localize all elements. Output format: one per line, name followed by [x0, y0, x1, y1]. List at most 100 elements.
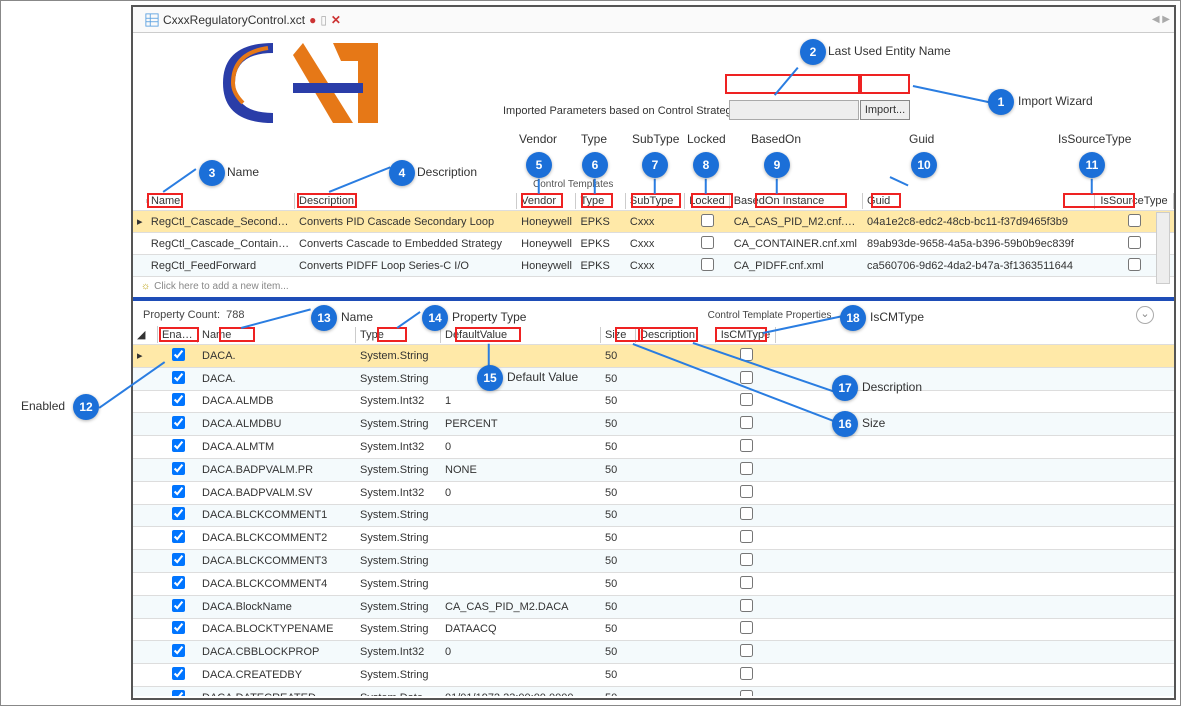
table-row[interactable]: DACA.ALMDBUSystem.StringPERCENT50 [133, 413, 1174, 436]
table-row[interactable]: DACA.BLOCKTYPENAMESystem.StringDATAACQ50 [133, 619, 1174, 642]
col-size[interactable]: Size [601, 327, 636, 343]
callout-12: 12 [73, 394, 99, 420]
cell-prop-name: DACA.BLCKCOMMENT4 [198, 576, 356, 592]
enabled-checkbox[interactable] [172, 621, 185, 634]
cell-prop-name: DACA.ALMDB [198, 393, 356, 409]
cm-checkbox[interactable] [740, 371, 753, 384]
row-selector-col[interactable]: ◢ [133, 326, 158, 343]
table-row[interactable]: RegCtl_Cascade_Container_CMConverts Casc… [133, 233, 1174, 255]
issrc-checkbox[interactable] [1128, 214, 1141, 227]
enabled-checkbox[interactable] [172, 348, 185, 361]
enabled-checkbox[interactable] [172, 416, 185, 429]
cm-checkbox[interactable] [740, 576, 753, 589]
col-description[interactable]: Description [295, 193, 517, 209]
callout-8: 8 [693, 152, 719, 178]
cell-prop-desc [636, 582, 716, 586]
enabled-checkbox[interactable] [172, 462, 185, 475]
callout-3-label: Name [227, 165, 259, 179]
enabled-checkbox[interactable] [172, 576, 185, 589]
cm-checkbox[interactable] [740, 644, 753, 657]
enabled-checkbox[interactable] [172, 393, 185, 406]
cell-prop-name: DACA.CBBLOCKPROP [198, 644, 356, 660]
cm-checkbox[interactable] [740, 553, 753, 566]
locked-checkbox[interactable] [701, 214, 714, 227]
expand-button[interactable]: ⌄ [1136, 306, 1154, 324]
enabled-checkbox[interactable] [172, 371, 185, 384]
table-row[interactable]: DACA.BADPVALM.PRSystem.StringNONE50 [133, 459, 1174, 482]
cell-desc: Converts PID Cascade Secondary Loop [295, 214, 517, 230]
table-row[interactable]: ▸RegCtl_Cascade_SecondaryConverts PID Ca… [133, 211, 1174, 233]
col-prop-name[interactable]: Name [198, 327, 356, 343]
table-row[interactable]: DACA.ALMDBSystem.Int32150 [133, 391, 1174, 414]
table-row[interactable]: DACA.System.String50 [133, 368, 1174, 391]
table-row[interactable]: DACA.CREATEDBYSystem.String50 [133, 664, 1174, 687]
table-row[interactable]: DACA.BADPVALM.SVSystem.Int32050 [133, 482, 1174, 505]
table-row[interactable]: ▸DACA.System.String50 [133, 345, 1174, 368]
table-row[interactable]: DACA.ALMTMSystem.Int32050 [133, 436, 1174, 459]
issrc-checkbox[interactable] [1128, 236, 1141, 249]
cell-prop-type: System.String [356, 553, 441, 569]
col-basedon[interactable]: BasedOn Instance [730, 193, 863, 209]
tab-file[interactable]: CxxxRegulatoryControl.xct ● ▯ ✕ [137, 9, 349, 31]
col-name[interactable]: Name [147, 193, 295, 209]
cm-checkbox[interactable] [740, 690, 753, 696]
props-section-title: Control Template Properties [708, 310, 832, 321]
table-row[interactable]: DACA.BLCKCOMMENT3System.String50 [133, 550, 1174, 573]
table-row[interactable]: DACA.BlockNameSystem.StringCA_CAS_PID_M2… [133, 596, 1174, 619]
issrc-checkbox[interactable] [1128, 258, 1141, 271]
entity-name-field[interactable] [729, 100, 859, 120]
table-row[interactable]: DACA.BLCKCOMMENT2System.String50 [133, 527, 1174, 550]
locked-checkbox[interactable] [701, 258, 714, 271]
table-row[interactable]: DACA.DATECREATEDSystem.DateTime01/01/197… [133, 687, 1174, 696]
tab-pin-icon[interactable]: ● [309, 13, 316, 27]
enabled-checkbox[interactable] [172, 644, 185, 657]
import-button[interactable]: Import... [860, 100, 910, 120]
col-type[interactable]: Type [576, 193, 625, 209]
cm-checkbox[interactable] [740, 439, 753, 452]
cell-default: NONE [441, 462, 601, 478]
enabled-checkbox[interactable] [172, 439, 185, 452]
enabled-checkbox[interactable] [172, 553, 185, 566]
table-row[interactable]: DACA.BLCKCOMMENT1System.String50 [133, 505, 1174, 528]
enabled-checkbox[interactable] [172, 667, 185, 680]
enabled-checkbox[interactable] [172, 530, 185, 543]
enabled-checkbox[interactable] [172, 690, 185, 696]
cm-checkbox[interactable] [740, 621, 753, 634]
callout-6: 6 [582, 152, 608, 178]
col-prop-desc[interactable]: Description [636, 327, 716, 343]
table-row[interactable]: RegCtl_FeedForwardConverts PIDFF Loop Se… [133, 255, 1174, 277]
locked-checkbox[interactable] [701, 236, 714, 249]
table-row[interactable]: DACA.CBBLOCKPROPSystem.Int32050 [133, 641, 1174, 664]
cm-checkbox[interactable] [740, 599, 753, 612]
enabled-checkbox[interactable] [172, 485, 185, 498]
col-issourcetype[interactable]: IsSourceType [1095, 193, 1174, 209]
cm-checkbox[interactable] [740, 462, 753, 475]
col-vendor[interactable]: Vendor [517, 193, 576, 209]
cm-checkbox[interactable] [740, 530, 753, 543]
col-guid[interactable]: Guid [863, 193, 1095, 209]
col-subtype[interactable]: SubType [626, 193, 685, 209]
col-locked[interactable]: Locked [685, 193, 730, 209]
close-icon[interactable]: ✕ [331, 13, 341, 27]
scrollbar[interactable] [1156, 212, 1170, 284]
cell-prop-desc [636, 513, 716, 517]
enabled-checkbox[interactable] [172, 599, 185, 612]
cm-checkbox[interactable] [740, 485, 753, 498]
table-row[interactable]: DACA.BLCKCOMMENT4System.String50 [133, 573, 1174, 596]
cm-checkbox[interactable] [740, 348, 753, 361]
enabled-checkbox[interactable] [172, 507, 185, 520]
col-iscmtype[interactable]: IsCMType [716, 327, 776, 343]
col-default[interactable]: DefaultValue [441, 327, 601, 343]
cell-size: 50 [601, 371, 636, 387]
cm-checkbox[interactable] [740, 667, 753, 680]
cell-size: 50 [601, 485, 636, 501]
cell-size: 50 [601, 348, 636, 364]
new-item-row[interactable]: ☼Click here to add a new item... [133, 277, 1174, 296]
cell-size: 50 [601, 462, 636, 478]
cm-checkbox[interactable] [740, 393, 753, 406]
nav-arrows[interactable]: ◀ ▶ [1152, 14, 1170, 25]
cm-checkbox[interactable] [740, 507, 753, 520]
col-enabled[interactable]: Enabled [158, 327, 198, 343]
cm-checkbox[interactable] [740, 416, 753, 429]
cell-prop-name: DACA.BLCKCOMMENT2 [198, 530, 356, 546]
